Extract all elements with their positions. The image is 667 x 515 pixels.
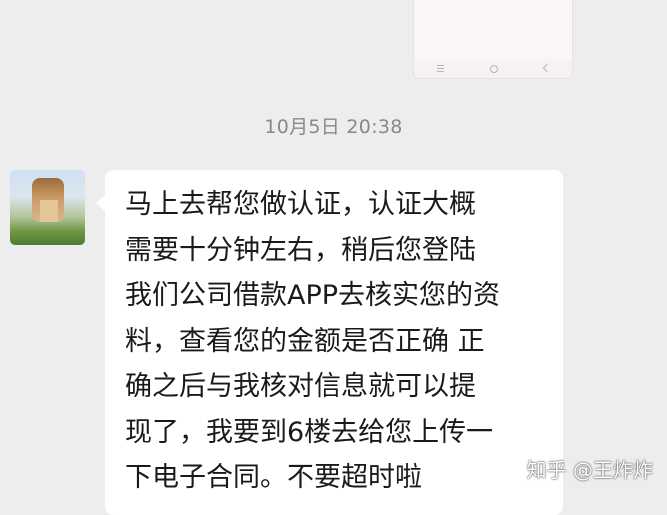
phone-nav-bar	[414, 60, 572, 78]
message-timestamp: 10月5日 20:38	[264, 116, 403, 138]
message-bubble[interactable]: 马上去帮您做认证，认证大概 需要十分钟左右，稍后您登陆 我们公司借款APP去核实…	[96, 170, 563, 515]
watermark: 知乎 @王炸炸	[526, 458, 653, 482]
avatar[interactable]	[10, 170, 85, 245]
home-icon	[490, 65, 498, 73]
avatar-shade	[40, 200, 58, 222]
shared-image-message[interactable]	[414, 0, 572, 78]
back-icon	[542, 63, 552, 73]
message-text: 马上去帮您做认证，认证大概 需要十分钟左右，稍后您登陆 我们公司借款APP去核实…	[125, 189, 501, 493]
menu-icon	[437, 65, 445, 73]
bubble-tail	[96, 194, 106, 212]
